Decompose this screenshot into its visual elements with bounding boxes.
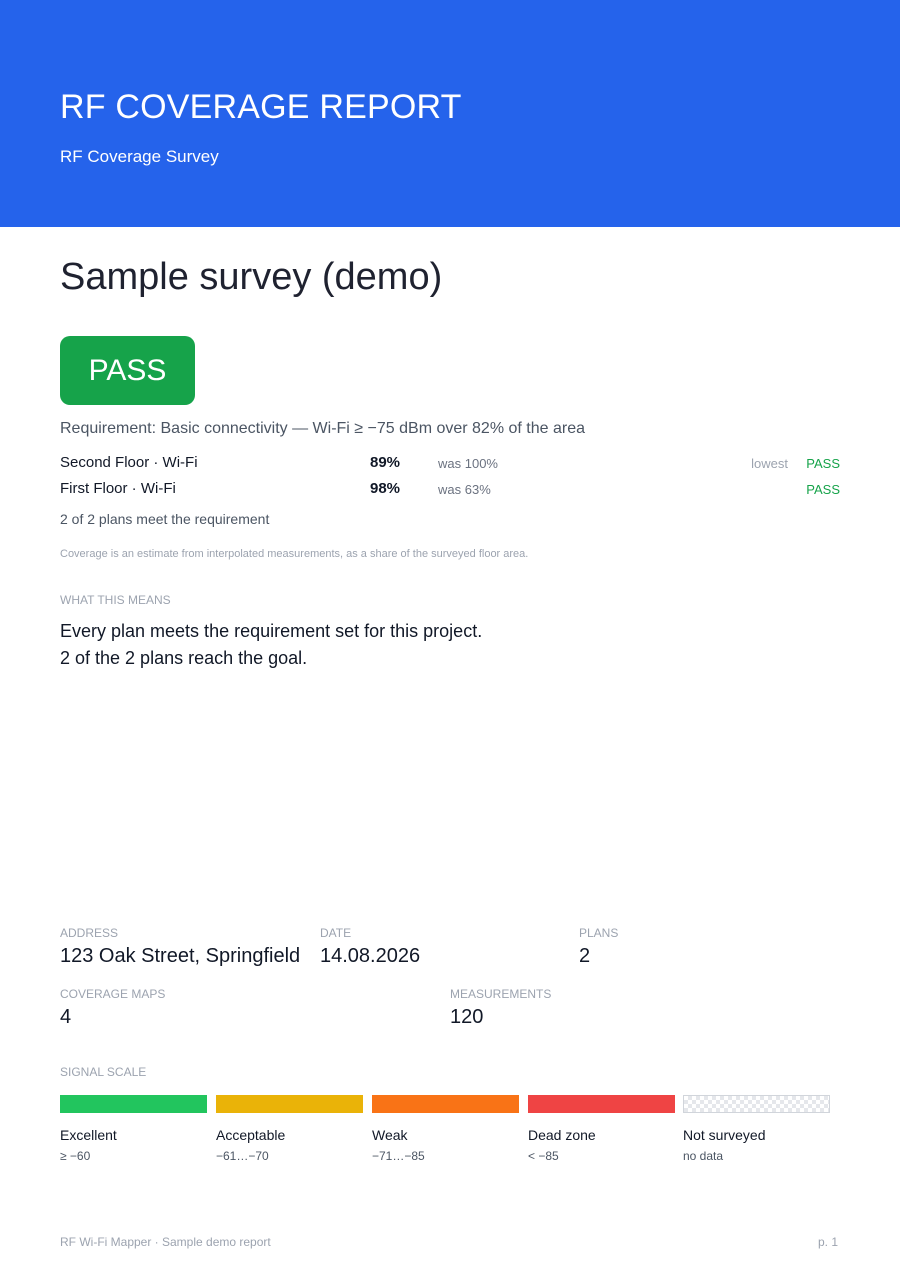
page-number: p. 1: [817, 1235, 838, 1249]
footer-left: RF Wi-Fi Mapper · Sample demo report: [60, 1235, 271, 1249]
scale-name: Not surveyed: [683, 1127, 766, 1143]
plans-summary: 2 of 2 plans meet the requirement: [60, 511, 270, 527]
plan-row: Second Floor · Wi-Fi 89% was 100% lowest…: [60, 454, 840, 474]
stat-coverage-maps: COVERAGE MAPS 4: [60, 987, 165, 1029]
stat-label: MEASUREMENTS: [450, 987, 552, 1001]
meaning-line: 2 of the 2 plans reach the goal.: [60, 648, 308, 668]
plan-note: lowest: [751, 456, 788, 471]
stat-label: ADDRESS: [60, 926, 119, 940]
scale-swatch: [528, 1095, 675, 1113]
scale-range: −61…−70: [216, 1149, 269, 1163]
requirement-text: Requirement: Basic connectivity — Wi-Fi …: [60, 420, 585, 437]
scale-name: Acceptable: [216, 1127, 286, 1143]
stat-value: 14.08.2026: [320, 945, 421, 967]
stat-address: ADDRESS 123 Oak Street, Springfield: [60, 926, 300, 968]
meaning-text: Every plan meets the requirement set for…: [60, 618, 482, 672]
stat-label: COVERAGE MAPS: [60, 987, 166, 1001]
scale-name: Weak: [372, 1127, 408, 1143]
scale-swatch: [372, 1095, 519, 1113]
plan-row: First Floor · Wi-Fi 98% was 63% PASS: [60, 480, 840, 500]
report-subtitle: RF Coverage Survey: [60, 147, 219, 166]
scale-name: Excellent: [60, 1127, 117, 1143]
scale-swatch: [683, 1095, 830, 1113]
signal-scale-heading: SIGNAL SCALE: [60, 1065, 147, 1079]
stat-measurements: MEASUREMENTS 120: [450, 987, 551, 1029]
survey-title: Sample survey (demo): [60, 256, 443, 298]
scale-item-weak: Weak −71…−85: [372, 1095, 519, 1163]
plan-coverage: 98%: [370, 480, 401, 497]
scale-item-acceptable: Acceptable −61…−70: [216, 1095, 363, 1163]
report-header: RF COVERAGE REPORT RF Coverage Survey: [0, 0, 900, 227]
stat-value: 120: [450, 1006, 484, 1028]
scale-item-not-surveyed: Not surveyed no data: [683, 1095, 830, 1163]
report-title: RF COVERAGE REPORT: [60, 88, 462, 126]
plan-previous-coverage: was 63%: [438, 482, 491, 497]
plan-name: First Floor · Wi-Fi: [60, 480, 176, 497]
plan-name: Second Floor · Wi-Fi: [60, 454, 198, 471]
stat-plans: PLANS 2: [579, 926, 618, 968]
meaning-line: Every plan meets the requirement set for…: [60, 621, 483, 641]
verdict-badge: PASS: [60, 336, 195, 405]
scale-range: no data: [683, 1149, 724, 1163]
stat-label: DATE: [320, 926, 352, 940]
plan-coverage: 89%: [370, 454, 401, 471]
plan-status: PASS: [806, 456, 840, 471]
scale-swatch: [60, 1095, 207, 1113]
scale-item-excellent: Excellent ≥ −60: [60, 1095, 207, 1163]
stat-value: 123 Oak Street, Springfield: [60, 945, 301, 967]
stat-label: PLANS: [579, 926, 619, 940]
scale-name: Dead zone: [528, 1127, 596, 1143]
scale-range: < −85: [528, 1149, 559, 1163]
scale-item-dead-zone: Dead zone < −85: [528, 1095, 675, 1163]
scale-range: −71…−85: [372, 1149, 425, 1163]
coverage-note: Coverage is an estimate from interpolate…: [60, 548, 529, 560]
stat-value: 4: [60, 1006, 72, 1028]
scale-range: ≥ −60: [60, 1149, 91, 1163]
plan-previous-coverage: was 100%: [438, 456, 498, 471]
plan-status: PASS: [806, 482, 840, 497]
stat-date: DATE 14.08.2026: [320, 926, 420, 968]
verdict-label: PASS: [88, 353, 167, 387]
stat-value: 2: [579, 945, 591, 967]
meaning-heading: WHAT THIS MEANS: [60, 593, 171, 607]
scale-swatch: [216, 1095, 363, 1113]
